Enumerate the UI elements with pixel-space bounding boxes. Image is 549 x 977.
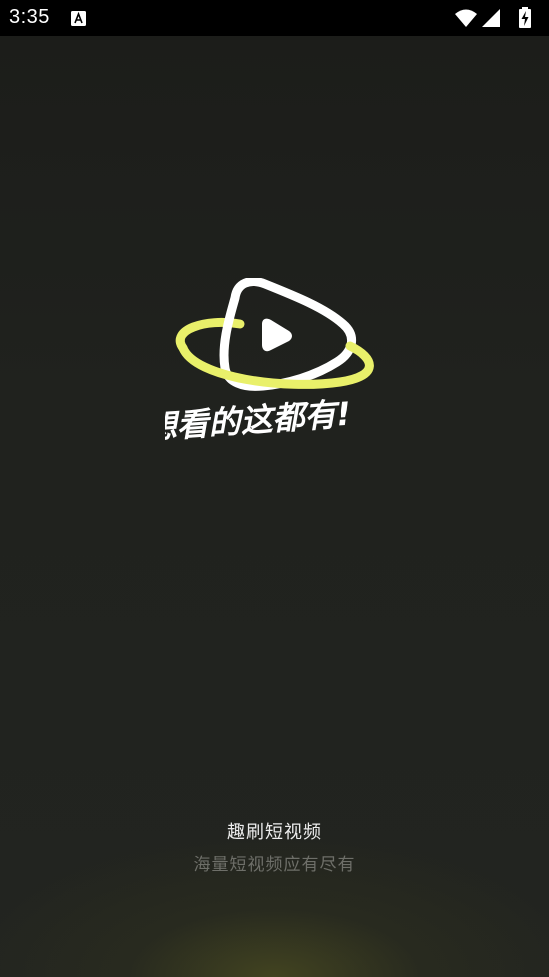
text-a-icon bbox=[71, 11, 86, 26]
app-slogan: 海量短视频应有尽有 bbox=[193, 855, 356, 875]
play-ring-logo-icon bbox=[175, 278, 374, 391]
app-name: 趣刷短视频 bbox=[227, 822, 322, 843]
app-logo: 想看的这都有! bbox=[165, 278, 374, 447]
signal-icon bbox=[482, 9, 500, 27]
logo-tagline: 想看的这都有! bbox=[165, 395, 352, 447]
battery-charging-icon bbox=[519, 7, 531, 28]
wifi-icon bbox=[455, 9, 477, 27]
status-time: 3:35 bbox=[9, 6, 50, 28]
status-icons bbox=[454, 7, 540, 29]
status-bar: 3:35 bbox=[0, 0, 549, 36]
